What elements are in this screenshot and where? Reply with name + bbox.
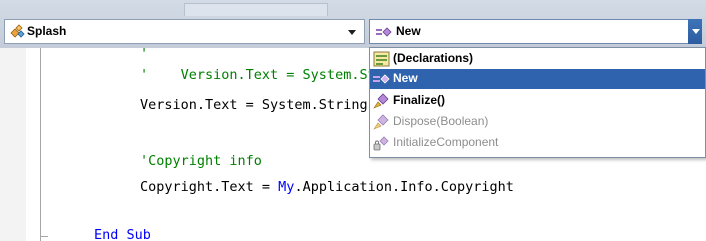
editor-gutter [0,48,26,241]
dropdown-item-initializecomponent[interactable]: InitializeComponent [370,133,705,153]
method-name-combo[interactable]: New [369,19,702,44]
code-line-5: Copyright.Text = My.Application.Info.Cop… [140,179,514,195]
code-token-plain: Copyright.Text = [140,179,279,195]
class-combo-value: Splash [27,24,67,38]
dropdown-item-label: (Declarations) [393,51,474,65]
code-token-comment: 'Copyright info [140,153,262,169]
private-method-icon [373,136,389,151]
dropdown-item-label: InitializeComponent [393,135,499,149]
document-tab-edge [184,3,328,16]
code-token-comment: ' [140,48,149,62]
code-line-4: 'Copyright info [140,153,262,169]
code-token-keyword: End Sub [94,227,151,241]
method-icon [373,74,390,84]
dropdown-item-declarations[interactable]: (Declarations) [370,49,705,69]
dropdown-item-new[interactable]: New [370,69,705,89]
dropdown-item-label: Finalize() [393,93,446,107]
member-combo-value: New [396,24,421,38]
class-icon [10,24,25,38]
chevron-down-icon[interactable] [348,30,356,35]
outline-end-marker [40,236,48,237]
protected-method-icon [373,93,389,109]
code-token-plain: .Application.Info.Copyright [294,179,514,195]
dropdown-button[interactable] [688,19,702,44]
member-dropdown-list[interactable]: (Declarations) New Finalize() Dispose(Bo… [369,47,706,158]
code-line-6: End Sub [94,227,151,241]
method-icon [376,27,392,37]
dropdown-item-dispose[interactable]: Dispose(Boolean) [370,112,705,132]
code-line-1: ' [140,48,148,62]
code-token-keyword: My [278,179,295,195]
dropdown-item-finalize[interactable]: Finalize() [370,91,705,111]
outline-margin [40,48,41,241]
navigation-bar: Splash New [0,0,706,48]
declarations-icon [373,51,390,67]
dropdown-item-label: New [393,71,418,85]
protected-method-icon [373,114,389,130]
class-name-combo[interactable]: Splash [4,19,365,44]
dropdown-item-label: Dispose(Boolean) [393,114,489,128]
